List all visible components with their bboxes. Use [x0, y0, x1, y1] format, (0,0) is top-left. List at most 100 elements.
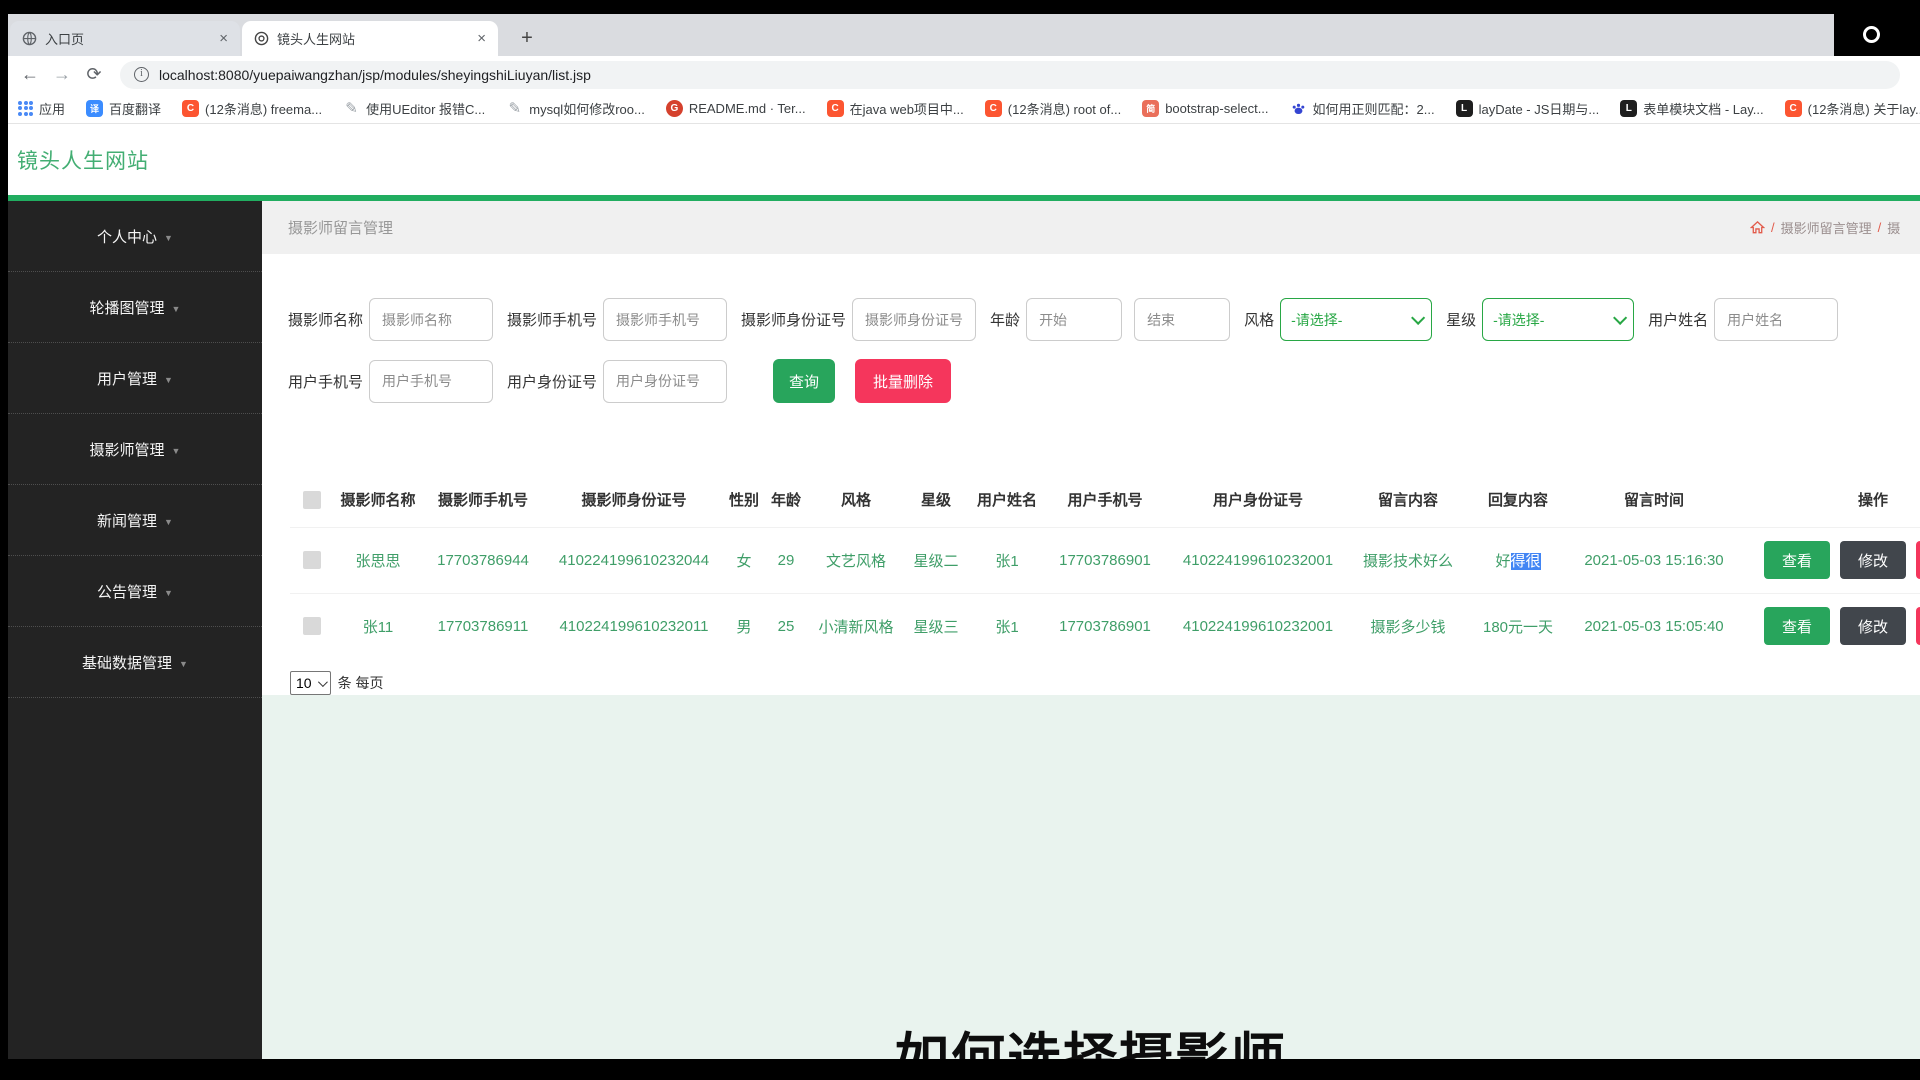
photographer-phone-input[interactable] — [603, 298, 727, 341]
sidebar-item-personal-center[interactable]: 个人中心 ▼ — [8, 201, 262, 272]
sidebar-item-user-mgmt[interactable]: 用户管理▼ — [8, 343, 262, 414]
bookmark-item[interactable]: 简bootstrap-select... — [1142, 100, 1268, 117]
row-actions: 查看 修改 删除 — [1736, 541, 1920, 579]
star-select[interactable]: -请选择- — [1482, 298, 1634, 341]
apps-label: 应用 — [39, 99, 65, 118]
search-button[interactable]: 查询 — [773, 359, 835, 403]
sidebar-item-photographer-mgmt[interactable]: 摄影师管理▼ — [8, 414, 262, 485]
row-checkbox[interactable] — [303, 551, 321, 569]
user-idcard-input[interactable] — [603, 360, 727, 403]
back-button[interactable]: ← — [16, 61, 44, 89]
apps-menu[interactable]: 应用 — [18, 99, 65, 118]
page-title: 摄影师留言管理 — [288, 217, 393, 238]
user-name-input[interactable] — [1714, 298, 1838, 341]
forward-button[interactable]: → — [48, 61, 76, 89]
cell-time: 2021-05-03 15:16:30 — [1572, 527, 1736, 593]
cell-age: 25 — [764, 593, 808, 659]
cell-age: 29 — [764, 527, 808, 593]
bookmark-label: layDate - JS日期与... — [1479, 99, 1600, 118]
bookmark-label: 表单模块文档 - Lay... — [1643, 99, 1763, 118]
bookmark-label: (12条消息) 关于lay... — [1808, 99, 1920, 118]
col-header: 摄影师手机号 — [422, 473, 544, 527]
view-button[interactable]: 查看 — [1764, 541, 1830, 579]
sidebar-item-base-data-mgmt[interactable]: 基础数据管理▼ — [8, 627, 262, 698]
site-title: 镜头人生网站 — [17, 145, 149, 175]
bookmark-item[interactable]: ✎mysql如何修改roo... — [506, 99, 645, 118]
caret-down-icon: ▼ — [164, 588, 173, 598]
delete-button[interactable]: 删除 — [1916, 541, 1920, 579]
reload-button[interactable]: ⟳ — [80, 61, 108, 89]
bookmark-item[interactable]: L表单模块文档 - Lay... — [1620, 99, 1763, 118]
bookmark-item[interactable]: C(12条消息) 关于lay... — [1785, 99, 1920, 118]
breadcrumb-item[interactable]: 摄 — [1887, 218, 1900, 237]
table-row: 张11 17703786911 410224199610232011 男 25 … — [290, 593, 1920, 659]
bookmark-item[interactable]: 如何用正则匹配：2... — [1290, 99, 1435, 118]
page-info-icon[interactable]: i — [134, 67, 149, 82]
csdn-icon: C — [985, 100, 1002, 117]
bookmark-label: 如何用正则匹配：2... — [1313, 99, 1435, 118]
tab-strip: 入口页 × 镜头人生网站 × + — [8, 14, 1920, 56]
bookmark-item[interactable]: 译百度翻译 — [86, 99, 161, 118]
caret-down-icon: ▼ — [164, 375, 173, 385]
delete-button[interactable]: 删除 — [1916, 607, 1920, 645]
bookmark-label: (12条消息) root of... — [1008, 99, 1121, 118]
baidu-paw-icon — [1290, 100, 1307, 117]
age-end-input[interactable] — [1134, 298, 1230, 341]
screen-black-corner — [1834, 14, 1920, 56]
sidebar-item-news-mgmt[interactable]: 新闻管理▼ — [8, 485, 262, 556]
edit-button[interactable]: 修改 — [1840, 607, 1906, 645]
tab-entry-page[interactable]: 入口页 × — [10, 21, 240, 56]
caret-down-icon: ▼ — [164, 233, 173, 243]
bookmark-item[interactable]: C (12条消息) root of... — [985, 99, 1121, 118]
page-size-select[interactable]: 10 — [290, 671, 331, 695]
tab-lens-life-site[interactable]: 镜头人生网站 × — [242, 21, 498, 56]
sidebar-item-notice-mgmt[interactable]: 公告管理 ▼ — [8, 556, 262, 627]
tab-close-icon[interactable]: × — [219, 31, 228, 46]
col-header: 留言内容 — [1352, 473, 1464, 527]
bookmark-label: 使用UEditor 报错C... — [366, 99, 485, 118]
address-bar[interactable]: i localhost:8080/yuepaiwangzhan/jsp/modu… — [120, 61, 1900, 89]
caret-down-icon: ▼ — [172, 446, 181, 456]
cell-idcard: 410224199610232011 — [544, 593, 724, 659]
filter-label: 星级 — [1446, 309, 1476, 330]
select-all-checkbox[interactable] — [303, 491, 321, 509]
breadcrumb-separator: / — [1771, 220, 1775, 235]
chevron-down-icon — [318, 677, 328, 687]
col-header: 年龄 — [764, 473, 808, 527]
bookmark-item[interactable]: LlayDate - JS日期与... — [1456, 99, 1600, 118]
sidebar-item-label: 个人中心 — [97, 226, 157, 247]
row-checkbox[interactable] — [303, 617, 321, 635]
breadcrumb-item[interactable]: 摄影师留言管理 — [1781, 218, 1872, 237]
bookmark-label: bootstrap-select... — [1165, 101, 1268, 116]
aperture-icon — [254, 31, 269, 46]
filter-label: 年龄 — [990, 309, 1020, 330]
cell-user-idcard: 410224199610232001 — [1164, 527, 1352, 593]
cell-reply: 180元一天 — [1464, 593, 1572, 659]
bookmark-item[interactable]: ✎使用UEditor 报错C... — [343, 99, 485, 118]
col-header: 用户身份证号 — [1164, 473, 1352, 527]
cell-user-phone: 17703786901 — [1046, 593, 1164, 659]
photographer-idcard-input[interactable] — [852, 298, 976, 341]
page-size-control: 10 条 每页 — [290, 671, 1920, 695]
age-start-input[interactable] — [1026, 298, 1122, 341]
cell-user-phone: 17703786901 — [1046, 527, 1164, 593]
bookmark-item[interactable]: C在java web项目中... — [827, 99, 964, 118]
new-tab-button[interactable]: + — [513, 24, 541, 52]
filter-label: 用户姓名 — [1648, 309, 1708, 330]
batch-delete-button[interactable]: 批量删除 — [855, 359, 951, 403]
bookmark-item[interactable]: C(12条消息) freema... — [182, 99, 322, 118]
caret-down-icon: ▼ — [179, 659, 188, 669]
sidebar: 个人中心 ▼ 轮播图管理▼ 用户管理▼ 摄影师管理▼ 新闻管理▼ 公告管理 ▼ 基础… — [8, 201, 262, 1059]
chevron-down-icon — [1411, 310, 1425, 324]
user-phone-input[interactable] — [369, 360, 493, 403]
style-select[interactable]: -请选择- — [1280, 298, 1432, 341]
filter-label: 风格 — [1244, 309, 1274, 330]
tab-close-icon[interactable]: × — [477, 31, 486, 46]
sidebar-item-carousel-mgmt[interactable]: 轮播图管理▼ — [8, 272, 262, 343]
bookmark-item[interactable]: GREADME.md · Ter... — [666, 100, 806, 117]
filter-label: 用户身份证号 — [507, 371, 597, 392]
view-button[interactable]: 查看 — [1764, 607, 1830, 645]
sidebar-item-label: 公告管理 — [97, 581, 157, 602]
edit-button[interactable]: 修改 — [1840, 541, 1906, 579]
photographer-name-input[interactable] — [369, 298, 493, 341]
